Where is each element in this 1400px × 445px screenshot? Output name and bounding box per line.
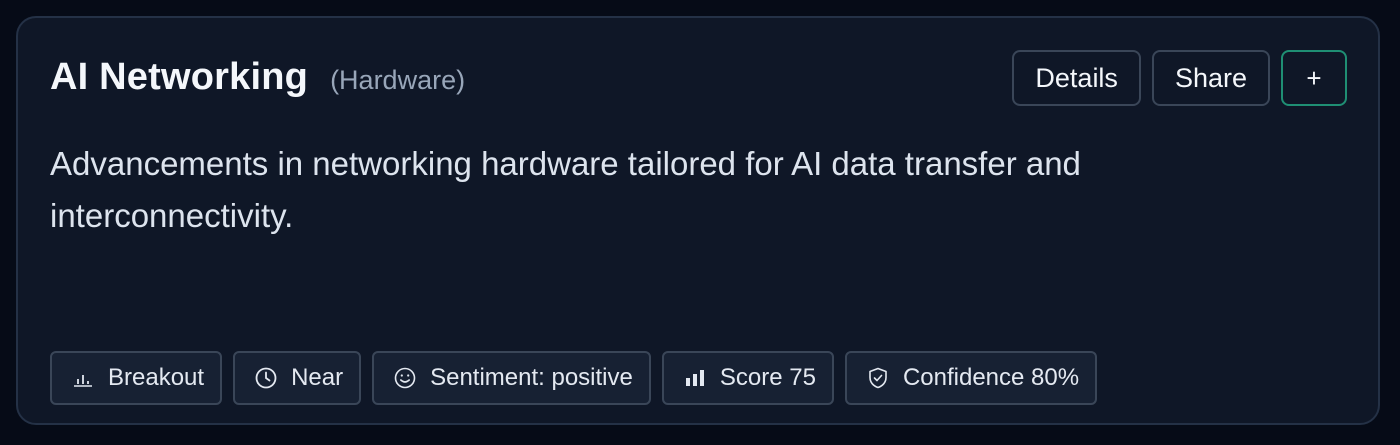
- tag-label: Score 75: [719, 364, 816, 391]
- tag-label: Breakout: [108, 364, 205, 391]
- card-actions: Details Share +: [1012, 50, 1347, 106]
- tag-list: Breakout Near Sentiment: positive Score …: [50, 351, 1098, 405]
- card-description: Advancements in networking hardware tail…: [50, 145, 1081, 234]
- tag-confidence: Confidence 80%: [844, 351, 1098, 405]
- tag-label: Near: [291, 364, 344, 391]
- clock-icon: [253, 365, 279, 391]
- smile-icon: [392, 365, 418, 391]
- details-button[interactable]: Details: [1012, 50, 1141, 106]
- card-header: AI Networking (Hardware): [50, 56, 465, 99]
- shield-check-icon: [865, 365, 891, 391]
- tag-label: Confidence 80%: [902, 364, 1080, 391]
- tag-breakout: Breakout: [50, 351, 223, 405]
- share-button[interactable]: Share: [1151, 50, 1270, 106]
- card-title: AI Networking: [50, 56, 309, 98]
- bar-chart-icon: [682, 365, 708, 391]
- card-category: (Hardware): [330, 65, 466, 95]
- trend-card: AI Networking (Hardware) Details Share +…: [16, 16, 1380, 425]
- tag-near: Near: [233, 351, 362, 405]
- tag-score: Score 75: [661, 351, 834, 405]
- add-button[interactable]: +: [1281, 50, 1347, 106]
- bar-chart-low-icon: [70, 365, 96, 391]
- tag-sentiment: Sentiment: positive: [372, 351, 651, 405]
- tag-label: Sentiment: positive: [430, 364, 633, 391]
